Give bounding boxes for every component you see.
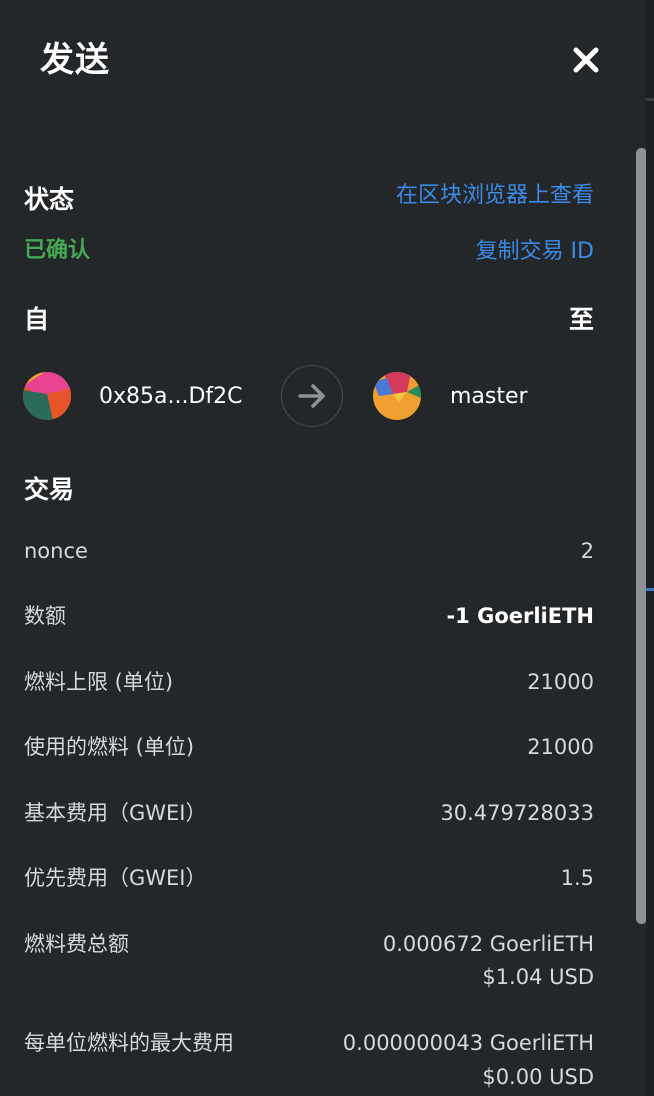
nonce-value: 2 <box>580 539 594 563</box>
background-divider <box>646 98 654 101</box>
to-label: 至 <box>568 305 594 334</box>
total-gas-fee-usd: $1.04 USD <box>482 965 594 989</box>
close-button[interactable] <box>568 42 604 78</box>
priority-fee-value: 1.5 <box>560 866 594 890</box>
view-on-block-explorer-link[interactable]: 在区块浏览器上查看 <box>396 181 594 211</box>
transaction-heading: 交易 <box>24 475 75 504</box>
transaction-details-panel: 发送 状态 在区块浏览器上查看 已确认 复制交易 ID 自 至 0x85a...… <box>0 0 647 1096</box>
direction-arrow <box>281 365 343 427</box>
to-account-avatar <box>373 372 421 420</box>
priority-fee-label: 优先费用（GWEI） <box>24 866 207 890</box>
close-icon <box>573 47 599 73</box>
base-fee-value: 30.479728033 <box>440 801 594 825</box>
gas-used-label: 使用的燃料 (单位) <box>24 735 195 759</box>
status-badge: 已确认 <box>24 238 91 263</box>
gas-limit-value: 21000 <box>527 670 594 694</box>
total-gas-fee-value: 0.000672 GoerliETH <box>382 932 594 956</box>
from-account-avatar <box>23 372 71 420</box>
gas-used-value: 21000 <box>527 735 594 759</box>
total-gas-fee-label: 燃料费总额 <box>24 932 129 956</box>
page-title: 发送 <box>40 40 110 80</box>
base-fee-label: 基本费用（GWEI） <box>24 801 207 825</box>
from-address[interactable]: 0x85a...Df2C <box>99 382 243 412</box>
status-label: 状态 <box>24 185 75 214</box>
background-accent-line <box>646 588 654 591</box>
amount-label: 数额 <box>24 604 66 628</box>
nonce-label: nonce <box>24 539 88 563</box>
background-page-edge <box>646 0 654 1096</box>
from-label: 自 <box>24 305 50 334</box>
max-fee-per-gas-label: 每单位燃料的最大费用 <box>24 1031 234 1055</box>
max-fee-per-gas-usd: $0.00 USD <box>482 1065 594 1089</box>
to-account-name[interactable]: master <box>450 382 528 412</box>
amount-value: -1 GoerliETH <box>446 604 594 628</box>
copy-transaction-id-link[interactable]: 复制交易 ID <box>476 237 594 267</box>
gas-limit-label: 燃料上限 (单位) <box>24 670 174 694</box>
max-fee-per-gas-value: 0.000000043 GoerliETH <box>342 1031 594 1055</box>
arrow-right-icon <box>298 384 325 408</box>
